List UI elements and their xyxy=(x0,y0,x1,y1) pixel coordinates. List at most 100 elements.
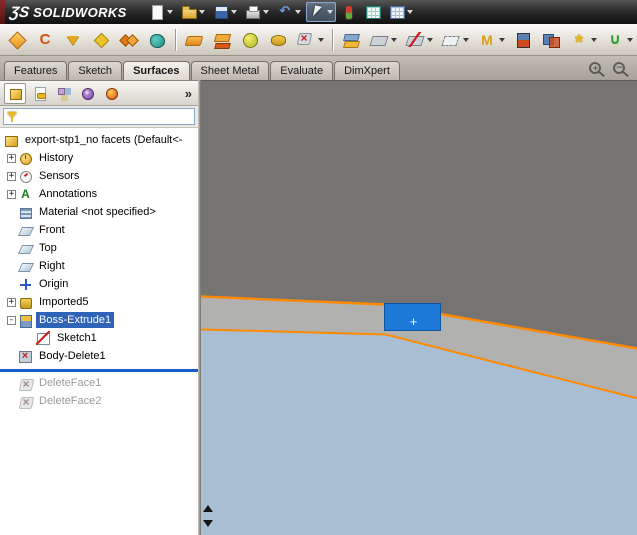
ruled-surface-button[interactable] xyxy=(237,27,263,53)
extruded-surface-button[interactable] xyxy=(4,27,30,53)
radiate-surface-button[interactable] xyxy=(265,27,291,53)
displaymanager-tab[interactable] xyxy=(100,83,122,104)
untrim-surface-button[interactable] xyxy=(438,27,472,53)
tree-item-top[interactable]: Top xyxy=(0,239,198,257)
tab-sketch[interactable]: Sketch xyxy=(68,61,123,80)
offset-surface-button[interactable] xyxy=(209,27,235,53)
tree-item-imported5[interactable]: + Imported5 xyxy=(0,293,198,311)
propertymanager-tab[interactable] xyxy=(28,83,50,104)
stoplight-button[interactable] xyxy=(338,2,360,22)
dropdown-caret-icon[interactable] xyxy=(627,37,633,42)
print-button[interactable] xyxy=(242,2,272,22)
view-zoom-tools xyxy=(583,62,635,80)
featuremanager-tab[interactable] xyxy=(4,82,26,104)
radiate-surface-icon xyxy=(268,30,288,50)
tree-item-deleteface1[interactable]: DeleteFace1 xyxy=(0,374,198,392)
select-cursor-button[interactable] xyxy=(305,2,336,22)
dimxpertmanager-tab[interactable] xyxy=(76,83,98,104)
extend-surface-button[interactable] xyxy=(366,27,400,53)
table-button[interactable] xyxy=(362,2,384,22)
configurationmanager-tab[interactable] xyxy=(52,83,74,104)
tree-item-label: Sketch1 xyxy=(57,332,97,344)
rollback-bar[interactable] xyxy=(0,369,198,372)
dropdown-caret-icon[interactable] xyxy=(262,10,269,14)
window-button[interactable] xyxy=(386,2,416,22)
tree-item-deleteface2[interactable]: DeleteFace2 xyxy=(0,392,198,410)
tree-item-annotations[interactable]: + Annotations xyxy=(0,185,198,203)
dropdown-caret-icon[interactable] xyxy=(326,10,333,14)
planar-surface-button[interactable] xyxy=(181,27,207,53)
lofted-surface-button[interactable] xyxy=(88,27,114,53)
tree-item-material-not-specified[interactable]: Material <not specified> xyxy=(0,203,198,221)
dropdown-caret-icon[interactable] xyxy=(294,10,301,14)
tree-item-boss-extrude1[interactable]: - Boss-Extrude1 xyxy=(0,311,198,329)
graphics-viewport[interactable]: + xyxy=(201,80,637,535)
tree-item-sketch1[interactable]: Sketch1 xyxy=(0,329,198,347)
filter-input[interactable] xyxy=(20,110,194,123)
replace-face-button[interactable] xyxy=(338,27,364,53)
scroll-up-icon[interactable] xyxy=(202,505,213,512)
dropdown-caret-icon[interactable] xyxy=(406,10,413,14)
dropdown-caret-icon[interactable] xyxy=(391,37,397,42)
tree-item-history[interactable]: + History xyxy=(0,149,198,167)
intersect-button[interactable] xyxy=(538,27,564,53)
tree-item-body-delete1[interactable]: Body-Delete1 xyxy=(0,347,198,365)
tree-item-sensors[interactable]: + Sensors xyxy=(0,167,198,185)
tree-expander-spacer xyxy=(5,278,18,291)
origin-icon xyxy=(18,277,33,292)
tree-expander[interactable]: + xyxy=(7,189,16,199)
tab-evaluate[interactable]: Evaluate xyxy=(270,61,334,80)
tab-surfaces[interactable]: Surfaces xyxy=(123,61,190,80)
new-button[interactable] xyxy=(146,2,176,22)
dropdown-caret-icon[interactable] xyxy=(591,37,597,42)
thicken-button[interactable] xyxy=(510,27,536,53)
tree-expander-spacer xyxy=(5,206,18,219)
filled-surface-button[interactable] xyxy=(144,27,170,53)
curves-button[interactable] xyxy=(602,27,636,53)
swept-surface-button[interactable] xyxy=(60,27,86,53)
curves-icon xyxy=(605,30,625,50)
titlebar: ƷS SOLIDWORKS xyxy=(0,0,637,24)
undo-button[interactable] xyxy=(274,2,304,22)
tab-dimxpert[interactable]: DimXpert xyxy=(334,61,400,80)
tree-item-front[interactable]: Front xyxy=(0,221,198,239)
tree-item-label: DeleteFace1 xyxy=(39,377,102,389)
tab-sheet-metal[interactable]: Sheet Metal xyxy=(190,61,270,80)
extend-surface-icon xyxy=(369,30,389,50)
dropdown-caret-icon[interactable] xyxy=(198,10,205,14)
trim-surface-button[interactable] xyxy=(402,27,436,53)
instant3d-button[interactable] xyxy=(566,27,600,55)
tree-expander[interactable]: + xyxy=(7,297,16,307)
tree-expander[interactable]: + xyxy=(7,153,16,163)
dropdown-caret-icon[interactable] xyxy=(499,37,505,42)
filter-funnel-icon[interactable] xyxy=(5,109,20,124)
save-button[interactable] xyxy=(210,2,240,22)
tree-item-export-stp1-no-facets-default[interactable]: export-stp1_no facets (Default<- xyxy=(0,131,198,149)
viewport-scroll-arrows[interactable] xyxy=(201,505,214,527)
tree-expander-spacer xyxy=(5,260,18,273)
revolved-surface-button[interactable] xyxy=(32,27,58,53)
zoom-in-icon[interactable] xyxy=(589,62,601,74)
tree-item-right[interactable]: Right xyxy=(0,257,198,275)
tree-item-origin[interactable]: Origin xyxy=(0,275,198,293)
zoom-out-icon[interactable] xyxy=(613,62,625,74)
dropdown-caret-icon[interactable] xyxy=(318,37,324,42)
scroll-down-icon[interactable] xyxy=(202,520,213,527)
dropdown-caret-icon[interactable] xyxy=(230,10,237,14)
dropdown-caret-icon[interactable] xyxy=(463,37,469,42)
boss-extrude-icon xyxy=(18,313,33,328)
tab-features[interactable]: Features xyxy=(4,61,68,80)
tree-expander-spacer xyxy=(23,332,36,345)
delete-face-button[interactable] xyxy=(293,27,327,53)
untrim-surface-icon xyxy=(441,30,461,50)
tree-item-label: Annotations xyxy=(39,188,98,200)
tree-expander[interactable]: - xyxy=(7,315,16,325)
boundary-surface-button[interactable] xyxy=(116,27,142,53)
expand-panel-chevron[interactable]: » xyxy=(183,86,194,101)
dropdown-caret-icon[interactable] xyxy=(427,37,433,42)
open-button[interactable] xyxy=(178,2,208,22)
tree-expander[interactable]: + xyxy=(7,171,16,181)
knit-surface-button[interactable] xyxy=(474,27,508,53)
dropdown-caret-icon[interactable] xyxy=(166,10,173,14)
ribbon-tabs: Features Sketch Surfaces Sheet Metal Evaluat… xyxy=(2,61,401,80)
